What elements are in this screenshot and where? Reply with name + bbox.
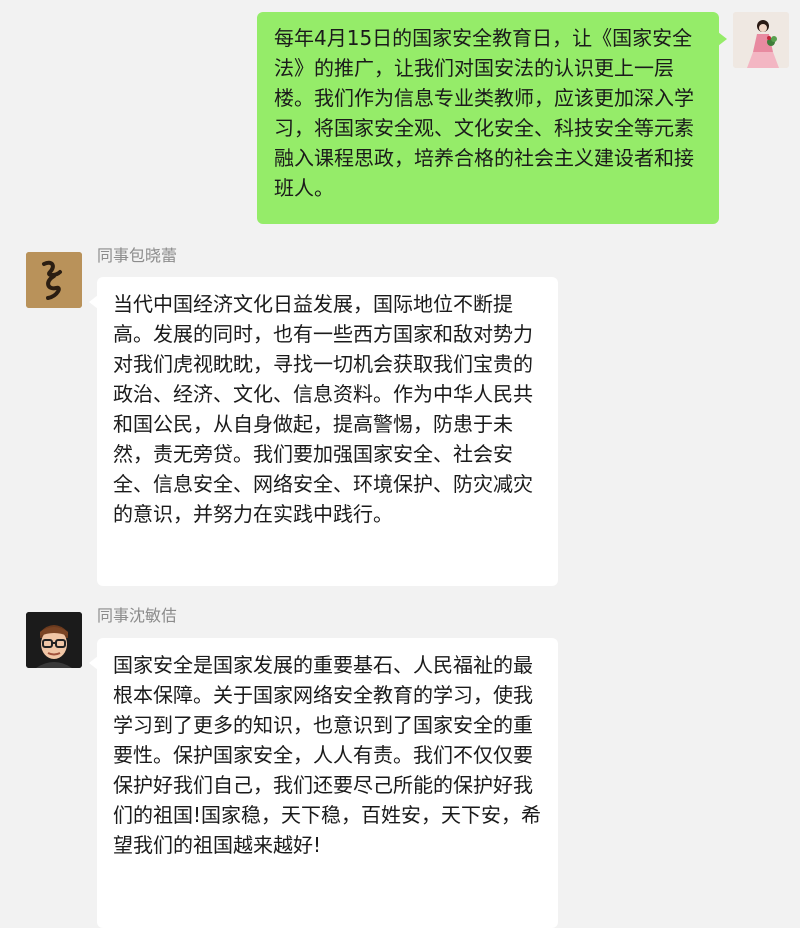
sender-name: 同事包晓蕾 [97, 246, 178, 265]
sender-avatar[interactable] [26, 252, 82, 308]
cartoon-man-with-glasses-avatar-icon [26, 612, 82, 668]
self-avatar[interactable] [733, 12, 789, 68]
self-message-bubble[interactable]: 每年4月15日的国家安全教育日，让《国家安全法》的推广，让我们对国安法的认识更上… [257, 12, 727, 224]
sender-name: 同事沈敏佶 [97, 606, 178, 625]
woman-in-pink-dress-avatar-icon [733, 12, 789, 68]
incoming-message-bubble[interactable]: 国家安全是国家发展的重要基石、人民福祉的最根本保障。关于国家网络安全教育的学习，… [89, 638, 558, 928]
sender-avatar[interactable] [26, 612, 82, 668]
incoming-message-text: 当代中国经济文化日益发展，国际地位不断提高。发展的同时，也有一些西方国家和敌对势… [113, 292, 533, 526]
incoming-message-text: 国家安全是国家发展的重要基石、人民福祉的最根本保障。关于国家网络安全教育的学习，… [113, 653, 542, 857]
incoming-message-bubble[interactable]: 当代中国经济文化日益发展，国际地位不断提高。发展的同时，也有一些西方国家和敌对势… [89, 277, 558, 586]
self-message-text: 每年4月15日的国家安全教育日，让《国家安全法》的推广，让我们对国安法的认识更上… [274, 26, 694, 200]
calligraphy-avatar-icon [26, 252, 82, 308]
